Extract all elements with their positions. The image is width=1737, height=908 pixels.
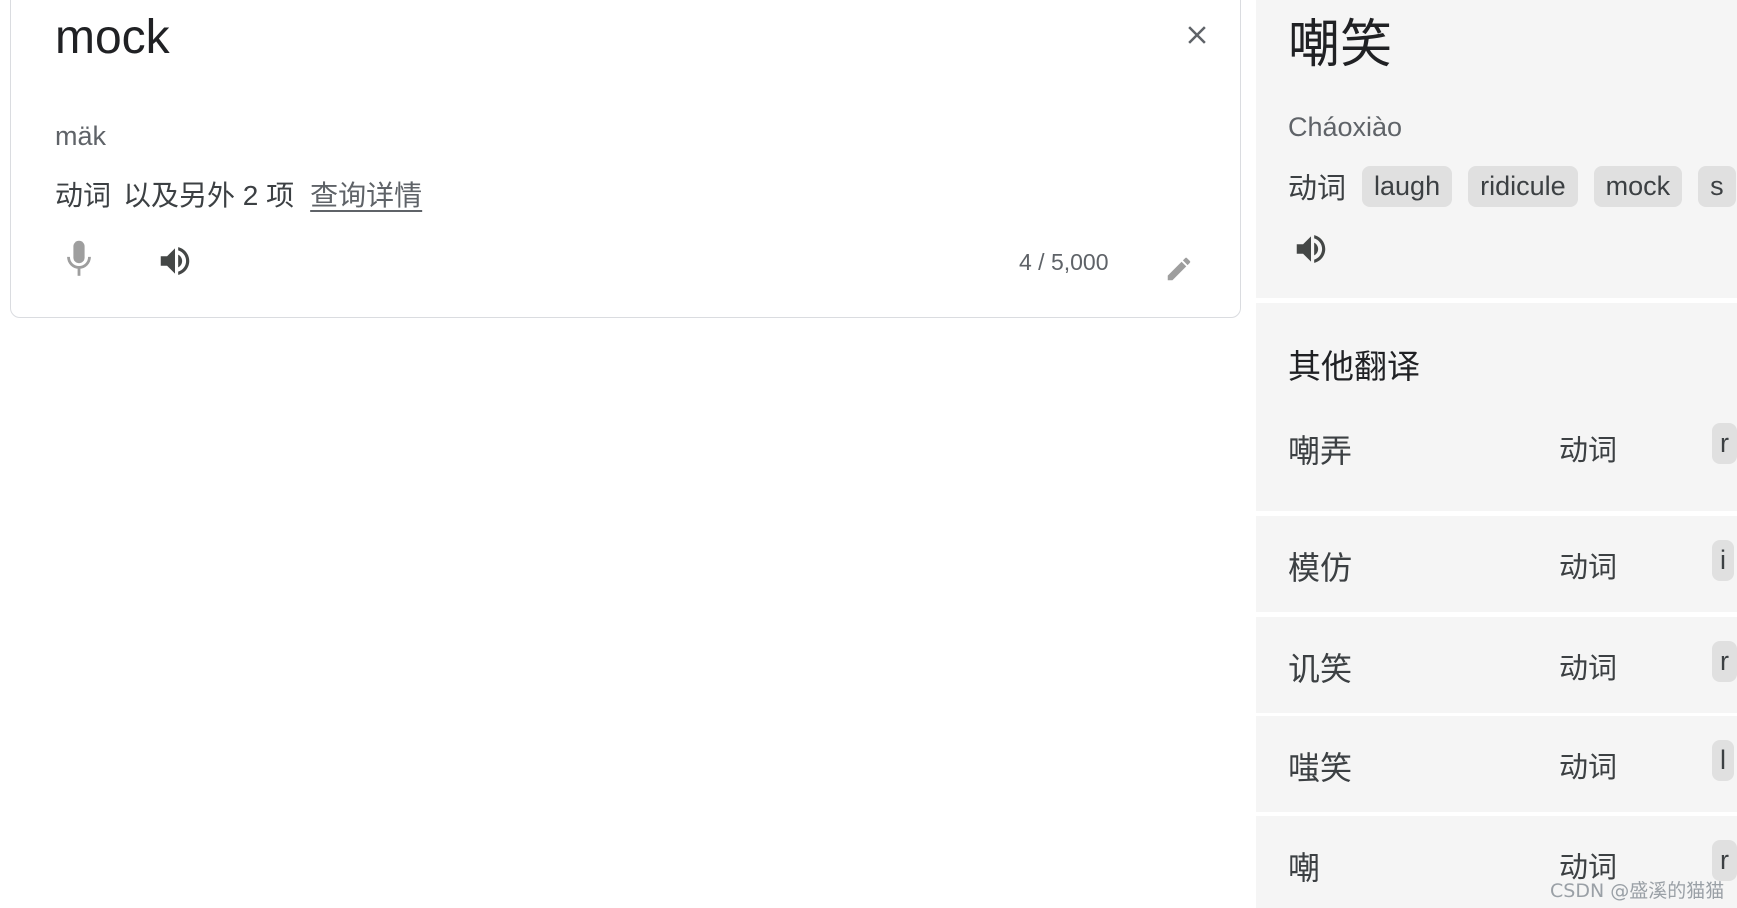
translation-pos: 动词 xyxy=(1559,435,1618,467)
close-icon xyxy=(1182,20,1212,55)
details-link[interactable]: 查询详情 xyxy=(310,174,422,214)
source-phonetic: mäk xyxy=(55,121,107,151)
target-romanization: Cháoxiào xyxy=(1288,112,1403,142)
synonym-chip[interactable]: mock xyxy=(1593,165,1683,207)
source-card: mock mäk 动词 以及另外 2 项 查询详情 4 / 5,000 xyxy=(10,0,1241,318)
speaker-icon xyxy=(1292,230,1330,273)
translation-word: 嗤笑 xyxy=(1288,750,1353,786)
target-panel: 嘲笑 Cháoxiào 动词 laugh ridicule mock s 其他翻… xyxy=(1256,0,1737,908)
edit-button[interactable] xyxy=(1159,251,1199,291)
listen-source-button[interactable] xyxy=(151,239,199,287)
watermark: CSDN @盛溪的猫猫 xyxy=(1550,880,1725,902)
translation-pos: 动词 xyxy=(1559,653,1618,685)
synonym-chip[interactable]: ridicule xyxy=(1468,165,1578,207)
other-translations-section: 其他翻译 嘲弄 动词 r xyxy=(1256,303,1737,511)
translation-row: 讥笑 动词 r xyxy=(1256,617,1737,713)
target-part-of-speech: 动词 xyxy=(1288,173,1347,205)
translation-word: 模仿 xyxy=(1288,550,1353,586)
source-pos-line: 动词 以及另外 2 项 查询详情 xyxy=(55,174,422,214)
character-count: 4 / 5,000 xyxy=(1019,249,1109,275)
translation-word: 讥笑 xyxy=(1288,651,1353,687)
back-translation-chip[interactable]: i xyxy=(1712,540,1734,581)
source-part-of-speech: 动词 xyxy=(55,180,112,211)
back-translation-chip[interactable]: r xyxy=(1712,641,1737,682)
back-translation-chip[interactable]: l xyxy=(1712,740,1734,781)
translation-pos: 动词 xyxy=(1559,552,1618,584)
synonym-chip[interactable]: s xyxy=(1698,165,1736,207)
translation-pos: 动词 xyxy=(1559,752,1618,784)
pencil-icon xyxy=(1164,254,1194,289)
microphone-icon xyxy=(62,238,96,285)
clear-source-button[interactable] xyxy=(1173,13,1221,61)
source-text-input[interactable]: mock xyxy=(55,7,170,69)
source-more-entries: 以及另外 2 项 xyxy=(123,180,295,211)
target-text: 嘲笑 xyxy=(1288,16,1393,74)
translation-word: 嘲 xyxy=(1288,850,1321,886)
back-translation-chip[interactable]: r xyxy=(1712,423,1737,464)
speaker-icon xyxy=(156,242,194,285)
translation-word: 嘲弄 xyxy=(1288,433,1353,469)
target-result-card: 嘲笑 Cháoxiào 动词 laugh ridicule mock s xyxy=(1256,0,1737,298)
translation-row: 嘲弄 动词 r xyxy=(1256,399,1737,495)
synonym-chip[interactable]: laugh xyxy=(1362,165,1453,207)
voice-input-button[interactable] xyxy=(57,237,101,285)
target-pos-line: 动词 laugh ridicule mock s xyxy=(1288,165,1736,207)
translation-row: 模仿 动词 i xyxy=(1256,516,1737,612)
back-translation-chip[interactable]: r xyxy=(1712,840,1737,881)
other-translations-heading: 其他翻译 xyxy=(1288,348,1420,385)
listen-target-button[interactable] xyxy=(1288,228,1334,274)
translation-row: 嗤笑 动词 l xyxy=(1256,716,1737,812)
